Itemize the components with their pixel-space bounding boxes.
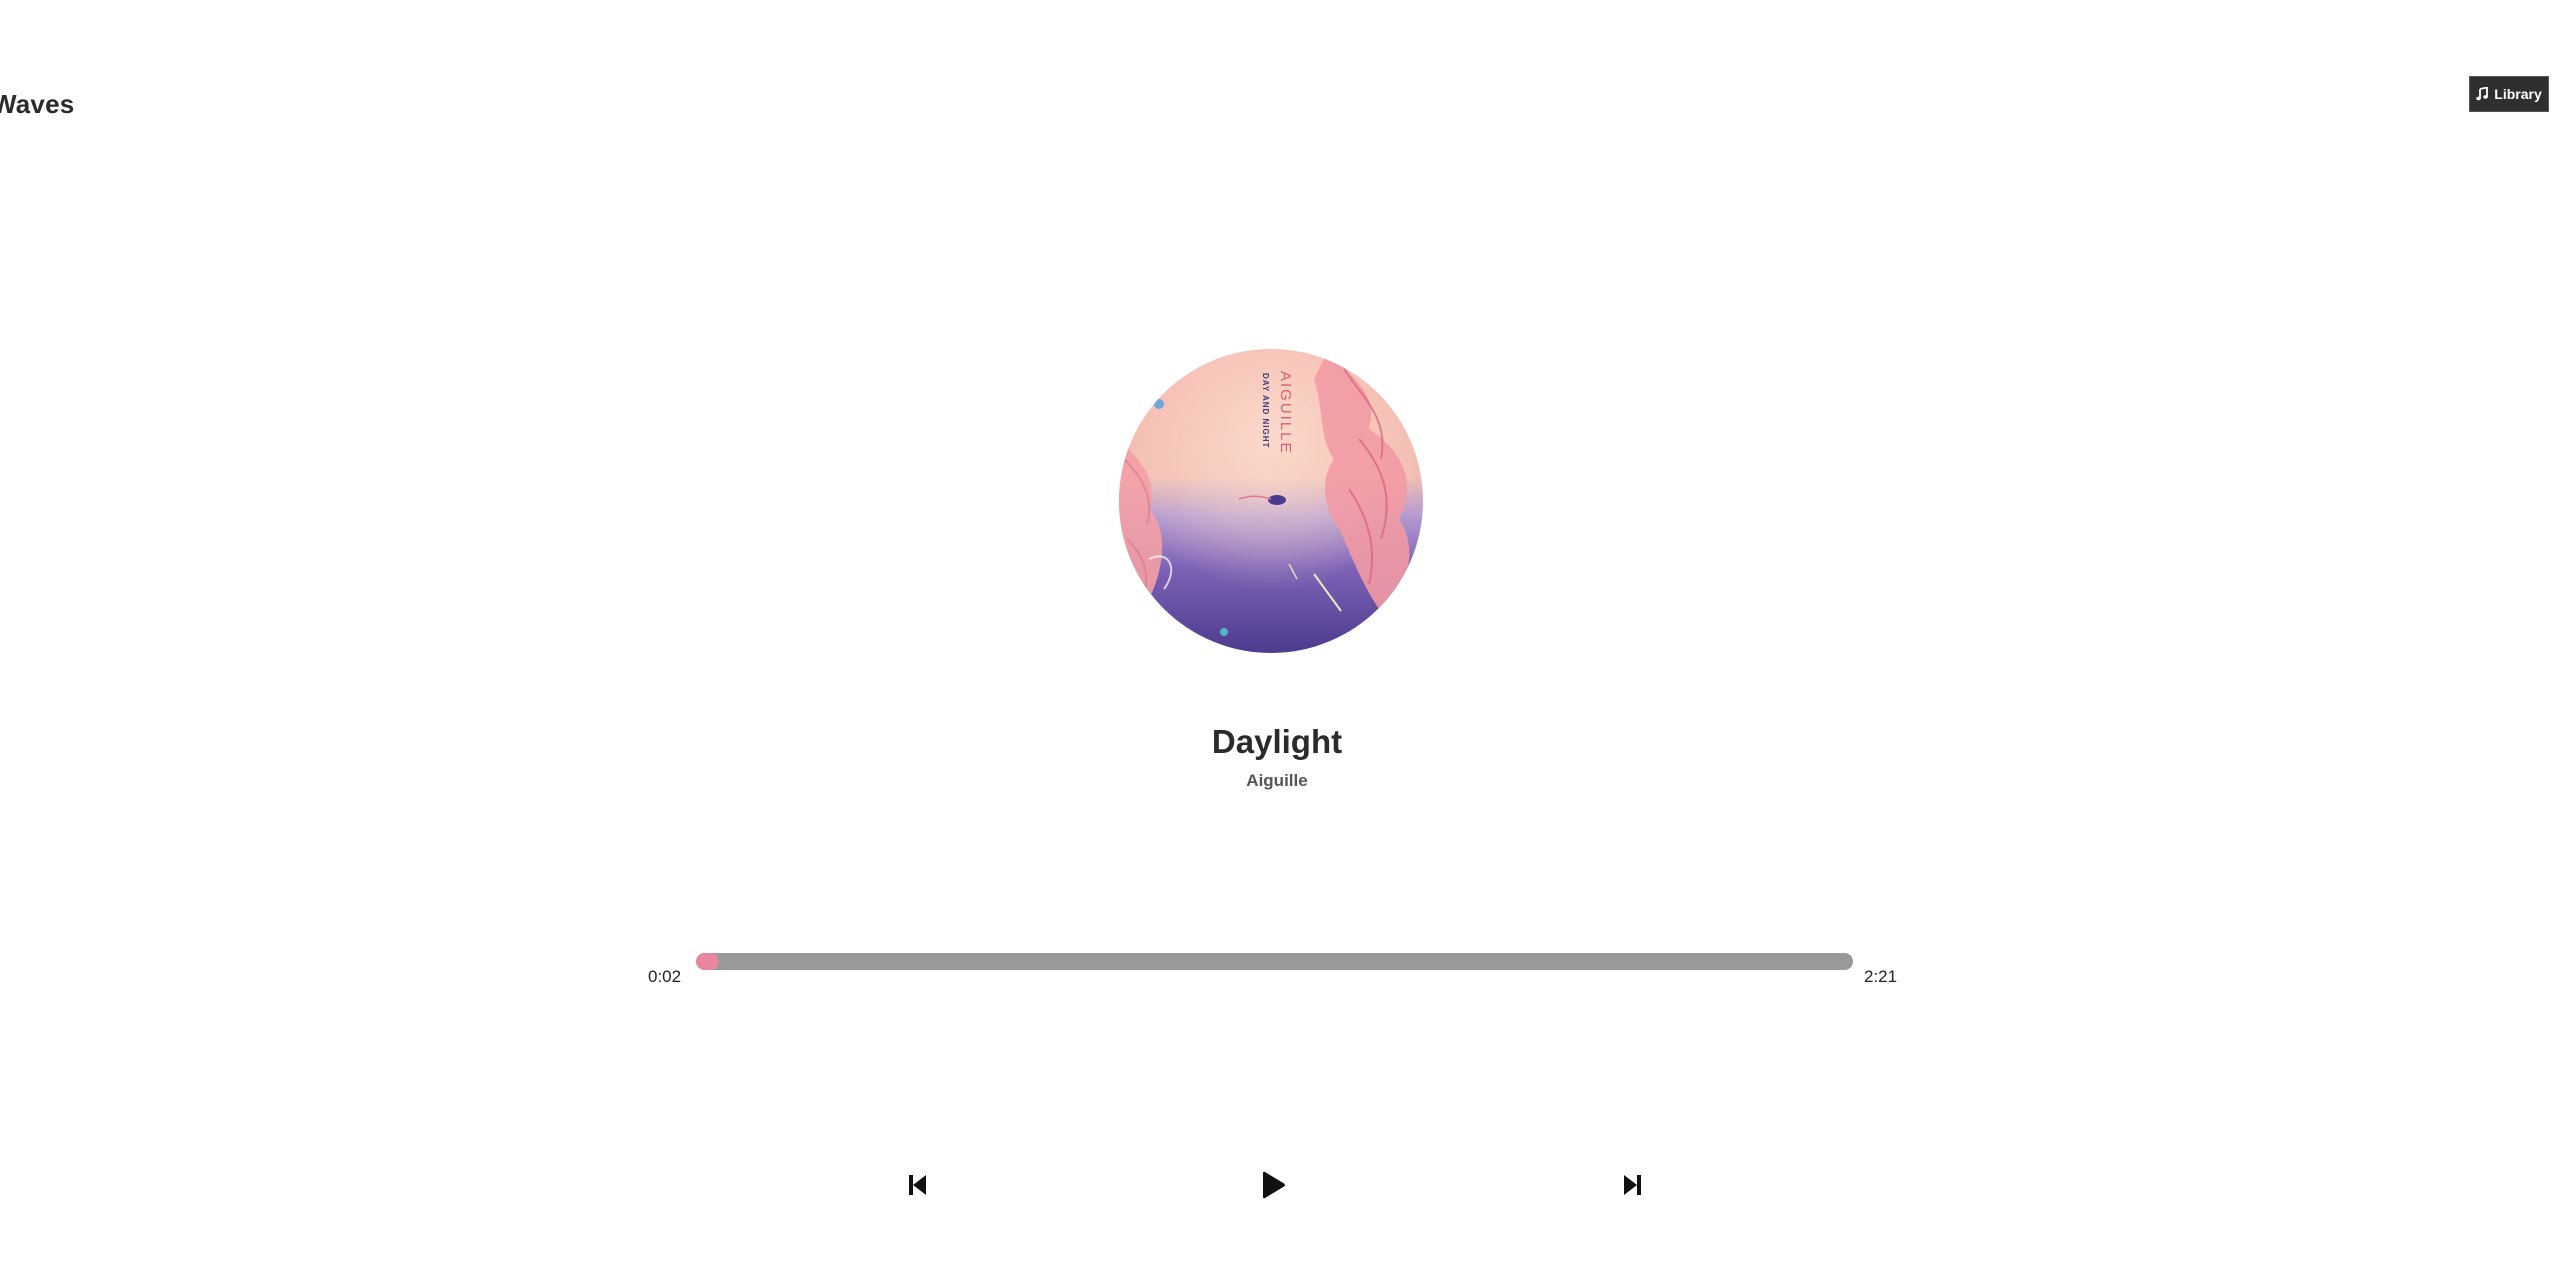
seek-bar[interactable]	[696, 953, 1853, 970]
skip-forward-icon	[1622, 1173, 1642, 1202]
app-title: Waves	[0, 89, 75, 120]
play-button[interactable]	[1258, 1171, 1288, 1204]
song-title: Daylight	[1211, 723, 1343, 761]
play-icon	[1260, 1171, 1286, 1204]
skip-forward-button[interactable]	[1617, 1172, 1647, 1202]
total-time: 2:21	[1864, 967, 1898, 986]
cover-subtitle-text: DAY AND NIGHT	[1261, 373, 1270, 448]
music-player-app: Waves Library AIGUILLE DAY AND NIGHT Day…	[0, 0, 2554, 1288]
library-button[interactable]: Library	[2469, 76, 2549, 112]
music-note-icon	[2476, 87, 2489, 101]
skip-back-icon	[908, 1173, 928, 1202]
current-time: 0:02	[648, 967, 682, 986]
seek-bar-progress	[696, 953, 720, 970]
library-button-label: Library	[2494, 86, 2542, 102]
skip-back-button[interactable]	[903, 1172, 933, 1202]
cover-title-text: AIGUILLE	[1277, 371, 1294, 455]
album-cover: AIGUILLE DAY AND NIGHT	[1119, 349, 1423, 653]
song-artist: Aiguille	[1246, 771, 1308, 790]
